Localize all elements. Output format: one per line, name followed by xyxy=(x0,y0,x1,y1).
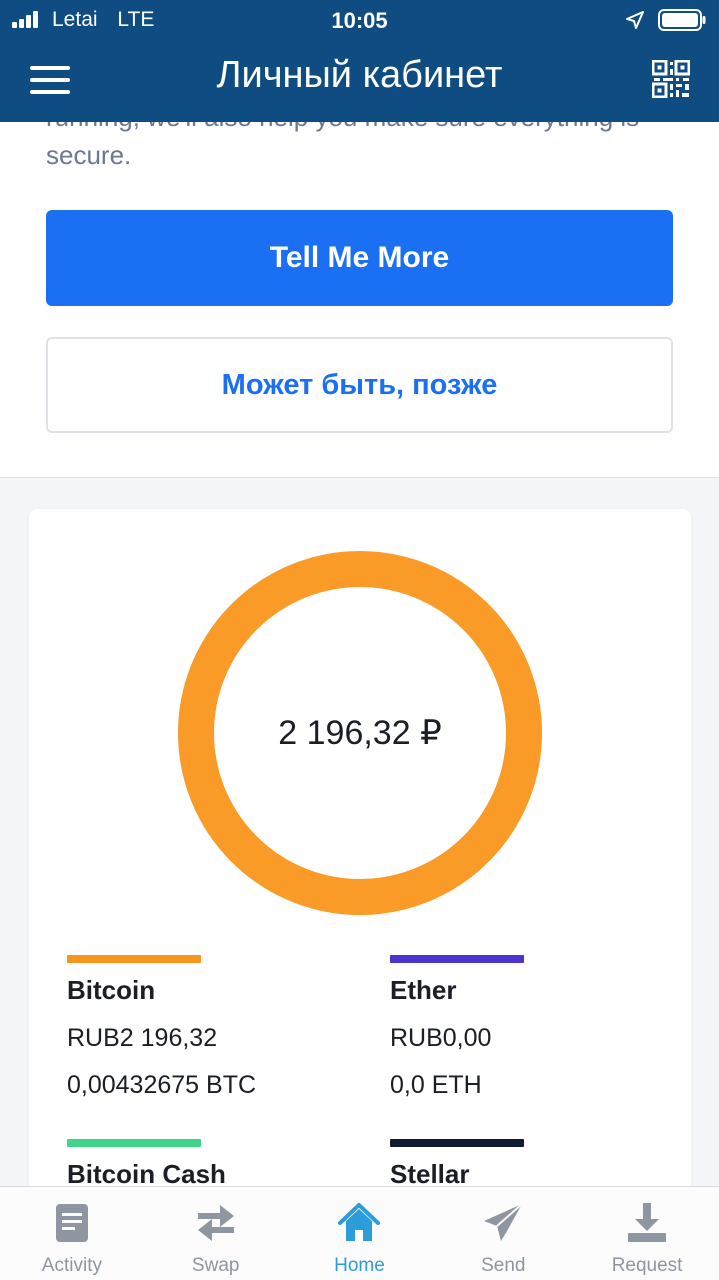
request-icon xyxy=(628,1203,667,1242)
asset-crypto-balance: 0,00432675 BTC xyxy=(67,1071,257,1099)
tab-label: Send xyxy=(481,1255,526,1276)
bottom-tab-bar: Activity Swap Home Send Request xyxy=(0,1186,719,1280)
tab-home[interactable]: Home xyxy=(288,1187,432,1280)
tab-request[interactable]: Request xyxy=(575,1187,719,1280)
tab-label: Home xyxy=(334,1255,385,1276)
hamburger-menu-icon[interactable] xyxy=(30,66,70,96)
asset-color-bar xyxy=(390,955,524,963)
app-header: Letai LTE 10:05 Личный кабинет xyxy=(0,0,719,122)
asset-color-bar xyxy=(67,1139,201,1147)
tab-label: Activity xyxy=(41,1255,102,1276)
status-time: 10:05 xyxy=(331,8,388,33)
asset-crypto-balance: 0,0 ETH xyxy=(390,1071,482,1099)
asset-bitcoin-cash[interactable]: Bitcoin Cash xyxy=(67,1139,327,1190)
location-arrow-icon xyxy=(626,11,644,29)
asset-ether[interactable]: Ether RUB0,00 0,0 ETH xyxy=(390,955,650,1100)
home-icon xyxy=(338,1203,381,1241)
asset-color-bar xyxy=(67,955,201,963)
tab-swap[interactable]: Swap xyxy=(144,1187,288,1280)
activity-icon xyxy=(55,1204,88,1242)
promo-section: running, we'll also help you make sure e… xyxy=(0,102,719,478)
asset-bitcoin[interactable]: Bitcoin RUB2 196,32 0,00432675 BTC xyxy=(67,955,327,1100)
asset-fiat-balance: RUB2 196,32 xyxy=(67,1024,218,1052)
tab-activity[interactable]: Activity xyxy=(0,1187,144,1280)
tell-me-more-button[interactable]: Tell Me More xyxy=(46,210,673,306)
page-title: Личный кабинет xyxy=(216,54,503,96)
asset-name: Ether xyxy=(390,975,457,1005)
tab-send[interactable]: Send xyxy=(431,1187,575,1280)
send-icon xyxy=(484,1203,523,1241)
swap-icon xyxy=(197,1205,234,1241)
asset-fiat-balance: RUB0,00 xyxy=(390,1024,492,1052)
portfolio-card: 2 196,32 ₽ Bitcoin RUB2 196,32 0,0043267… xyxy=(29,509,691,1229)
portfolio-total: 2 196,32 ₽ xyxy=(278,714,442,752)
tab-label: Swap xyxy=(191,1255,240,1276)
asset-color-bar xyxy=(390,1139,524,1147)
maybe-later-button[interactable]: Может быть, позже xyxy=(46,337,673,433)
asset-stellar[interactable]: Stellar xyxy=(390,1139,650,1190)
asset-name: Bitcoin xyxy=(67,975,156,1005)
status-bar: Letai LTE 10:05 xyxy=(0,0,719,40)
tab-label: Request xyxy=(611,1255,683,1276)
qr-code-icon[interactable] xyxy=(652,60,690,98)
battery-icon xyxy=(658,9,706,31)
